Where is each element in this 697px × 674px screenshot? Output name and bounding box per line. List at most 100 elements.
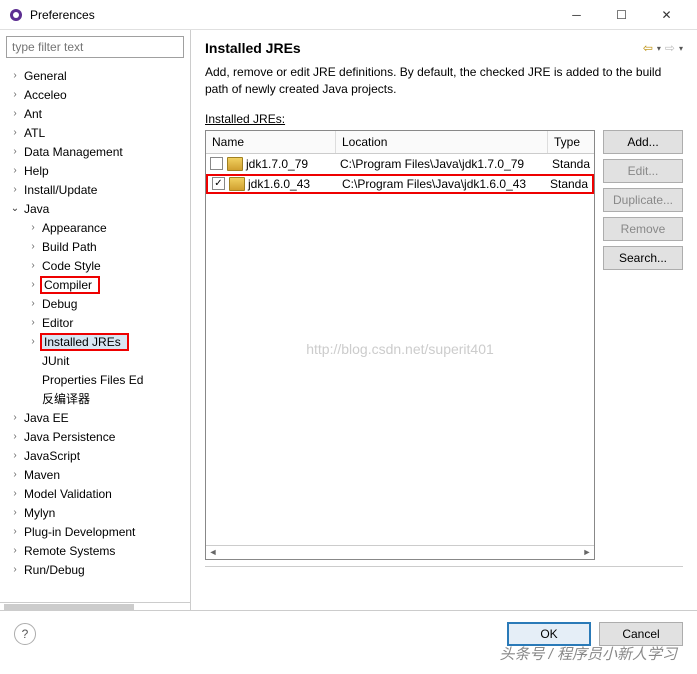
tree-item[interactable]: JUnit xyxy=(0,351,190,370)
expand-icon[interactable]: › xyxy=(8,545,22,556)
tree-item-label: JavaScript xyxy=(22,448,82,464)
tree-item[interactable]: ›Build Path xyxy=(0,237,190,256)
expand-icon[interactable]: › xyxy=(8,564,22,575)
tree-item[interactable]: ›Installed JREs xyxy=(0,332,190,351)
table-body: jdk1.7.0_79 C:\Program Files\Java\jdk1.7.… xyxy=(206,154,594,545)
tree-item[interactable]: ›Appearance xyxy=(0,218,190,237)
expand-icon[interactable]: › xyxy=(26,336,40,347)
column-name[interactable]: Name xyxy=(206,131,336,153)
tree-item[interactable]: ›Remote Systems xyxy=(0,541,190,560)
jre-checkbox[interactable]: ✓ xyxy=(212,177,225,190)
search-button[interactable]: Search... xyxy=(603,246,683,270)
tree-item[interactable]: ›Code Style xyxy=(0,256,190,275)
maximize-button[interactable]: ☐ xyxy=(599,1,644,29)
tree-item[interactable]: ›JavaScript xyxy=(0,446,190,465)
expand-icon[interactable]: ⌄ xyxy=(8,203,22,214)
app-icon xyxy=(8,7,24,23)
expand-icon[interactable]: › xyxy=(8,488,22,499)
tree-item[interactable]: ›Run/Debug xyxy=(0,560,190,579)
filter-input[interactable] xyxy=(6,36,184,58)
expand-icon[interactable]: › xyxy=(26,241,40,252)
table-row[interactable]: jdk1.7.0_79 C:\Program Files\Java\jdk1.7.… xyxy=(206,154,594,174)
expand-icon[interactable]: › xyxy=(8,431,22,442)
table-row[interactable]: ✓jdk1.6.0_43C:\Program Files\Java\jdk1.6… xyxy=(206,174,594,194)
expand-icon[interactable]: › xyxy=(8,469,22,480)
expand-icon[interactable]: › xyxy=(8,165,22,176)
jre-name: jdk1.7.0_79 xyxy=(246,157,308,171)
expand-icon[interactable]: › xyxy=(8,184,22,195)
preferences-sidebar: ›General›Acceleo›Ant›ATL›Data Management… xyxy=(0,30,191,610)
tree-item-label: Compiler xyxy=(40,276,100,294)
expand-icon[interactable]: › xyxy=(8,146,22,157)
edit-button[interactable]: Edit... xyxy=(603,159,683,183)
expand-icon[interactable]: › xyxy=(26,260,40,271)
watermark-text: http://blog.csdn.net/superit401 xyxy=(306,341,494,357)
back-icon[interactable]: ⇦ xyxy=(643,41,653,55)
tree-item-label: General xyxy=(22,68,69,84)
expand-icon[interactable]: › xyxy=(26,222,40,233)
expand-icon[interactable]: › xyxy=(8,507,22,518)
cancel-button[interactable]: Cancel xyxy=(599,622,683,646)
tree-item[interactable]: 反编译器 xyxy=(0,389,190,408)
table-horizontal-scrollbar[interactable]: ◄► xyxy=(206,545,594,559)
tree-item[interactable]: ›Debug xyxy=(0,294,190,313)
tree-item-label: Installed JREs xyxy=(40,333,129,351)
expand-icon[interactable]: › xyxy=(8,526,22,537)
history-nav[interactable]: ⇦▾ ⇨▾ xyxy=(643,41,683,55)
tree-item[interactable]: ›Help xyxy=(0,161,190,180)
tree-item[interactable]: ›General xyxy=(0,66,190,85)
tree-item[interactable]: ›Install/Update xyxy=(0,180,190,199)
tree-item[interactable]: ›Java EE xyxy=(0,408,190,427)
duplicate-button[interactable]: Duplicate... xyxy=(603,188,683,212)
tree-item[interactable]: ›Model Validation xyxy=(0,484,190,503)
forward-icon[interactable]: ⇨ xyxy=(665,41,675,55)
remove-button[interactable]: Remove xyxy=(603,217,683,241)
tree-item[interactable]: ›Java Persistence xyxy=(0,427,190,446)
tree-item-label: Code Style xyxy=(40,258,103,274)
tree-item[interactable]: ›Mylyn xyxy=(0,503,190,522)
tree-item[interactable]: ›Plug-in Development xyxy=(0,522,190,541)
jre-location: C:\Program Files\Java\jdk1.7.0_79 xyxy=(336,157,548,171)
expand-icon[interactable]: › xyxy=(8,127,22,138)
tree-item[interactable]: ›Data Management xyxy=(0,142,190,161)
ok-button[interactable]: OK xyxy=(507,622,591,646)
tree-item-label: 反编译器 xyxy=(40,389,92,408)
jre-type: Standa xyxy=(548,157,594,171)
window-title: Preferences xyxy=(30,8,554,22)
column-type[interactable]: Type xyxy=(548,131,594,153)
expand-icon[interactable]: › xyxy=(8,412,22,423)
tree-item[interactable]: ›Maven xyxy=(0,465,190,484)
expand-icon[interactable]: › xyxy=(26,298,40,309)
tree-item-label: Debug xyxy=(40,296,79,312)
expand-icon[interactable]: › xyxy=(8,450,22,461)
preferences-tree[interactable]: ›General›Acceleo›Ant›ATL›Data Management… xyxy=(0,64,190,602)
tree-item-label: Properties Files Ed xyxy=(40,372,145,388)
add-button[interactable]: Add... xyxy=(603,130,683,154)
title-bar: Preferences ─ ☐ ✕ xyxy=(0,0,697,30)
tree-item[interactable]: ›Ant xyxy=(0,104,190,123)
close-button[interactable]: ✕ xyxy=(644,1,689,29)
list-label: Installed JREs: xyxy=(205,112,683,126)
jre-icon xyxy=(229,177,245,191)
tree-horizontal-scrollbar[interactable] xyxy=(0,602,190,610)
expand-icon[interactable]: › xyxy=(26,279,40,290)
tree-item[interactable]: Properties Files Ed xyxy=(0,370,190,389)
help-icon[interactable]: ? xyxy=(14,623,36,645)
tree-item[interactable]: ›Compiler xyxy=(0,275,190,294)
tree-item-label: JUnit xyxy=(40,353,71,369)
expand-icon[interactable]: › xyxy=(26,317,40,328)
expand-icon[interactable]: › xyxy=(8,70,22,81)
tree-item[interactable]: ›ATL xyxy=(0,123,190,142)
column-location[interactable]: Location xyxy=(336,131,548,153)
jre-checkbox[interactable] xyxy=(210,157,223,170)
expand-icon[interactable]: › xyxy=(8,89,22,100)
tree-item[interactable]: ›Acceleo xyxy=(0,85,190,104)
minimize-button[interactable]: ─ xyxy=(554,1,599,29)
tree-item[interactable]: ›Editor xyxy=(0,313,190,332)
jre-icon xyxy=(227,157,243,171)
tree-item-label: Editor xyxy=(40,315,75,331)
tree-item-label: Build Path xyxy=(40,239,99,255)
tree-item[interactable]: ⌄Java xyxy=(0,199,190,218)
jre-table[interactable]: Name Location Type jdk1.7.0_79 C:\Program… xyxy=(205,130,595,560)
expand-icon[interactable]: › xyxy=(8,108,22,119)
